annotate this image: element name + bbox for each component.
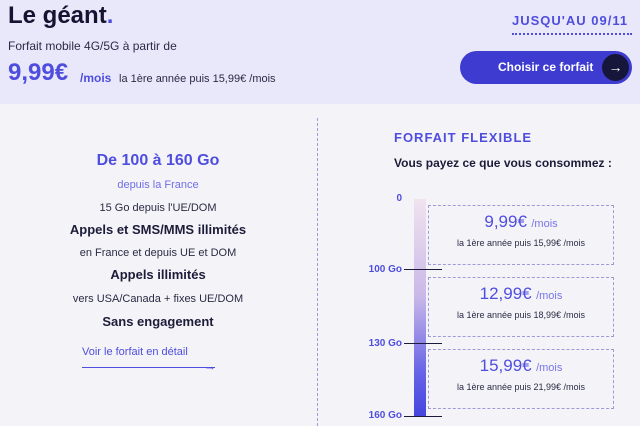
plan-subtitle: Forfait mobile 4G/5G à partir de [8,39,177,53]
section-divider [317,118,318,426]
plan-details-underline [82,367,215,368]
scale-tick-130 [404,343,442,344]
scale-label-100: 100 Go [368,264,402,275]
flexible-title: FORFAIT FLEXIBLE [394,130,533,145]
tier-price: 9,99€ [484,212,527,231]
choose-plan-label: Choisir ce forfait [498,60,594,74]
scale-tick-160 [404,416,442,417]
flexible-subtitle: Vous payez ce que vous consommez : [394,156,612,170]
scale-tick-100 [404,269,442,270]
calls-intl: Appels illimités [110,267,206,282]
arrow-right-icon[interactable]: → [204,359,216,373]
tier-price-row: 15,99€ /mois [429,356,613,376]
promo-deadline: JUSQU'AU 09/11 [512,13,629,28]
tier-note: la 1ère année puis 15,99€ /mois [456,238,586,248]
tier-card-100: 9,99€ /mois la 1ère année puis 15,99€ /m… [428,205,614,265]
tier-price: 12,99€ [479,284,532,303]
arrow-right-icon: → [602,54,629,81]
tier-price-unit: /mois [536,290,563,302]
plan-price-unit: /mois [80,71,112,85]
plan-price-note: la 1ère année puis 15,99€ /mois [119,73,276,85]
promo-underline [512,33,632,35]
scale-label-130: 130 Go [368,338,402,349]
offer-header: Le géant. Forfait mobile 4G/5G à partir … [0,0,640,104]
tier-price-row: 9,99€ /mois [429,212,613,232]
tier-card-130: 12,99€ /mois la 1ère année puis 18,99€ /… [428,277,614,337]
calls-sms: Appels et SMS/MMS illimités [69,222,247,237]
data-range: De 100 à 160 Go [96,152,220,169]
data-origin: depuis la France [117,179,199,191]
tier-price-unit: /mois [531,218,558,230]
plan-features: De 100 à 160 Go depuis la France 15 Go d… [0,104,316,426]
tier-price: 15,99€ [479,356,532,375]
tier-card-160: 15,99€ /mois la 1ère année puis 21,99€ /… [428,349,614,409]
scale-label-0: 0 [396,193,402,204]
choose-plan-button[interactable]: Choisir ce forfait → [460,51,632,84]
eu-data: 15 Go depuis l'UE/DOM [99,202,217,214]
scale-label-160: 160 Go [368,410,402,421]
calls-intl-scope: vers USA/Canada + fixes UE/DOM [72,293,244,305]
tier-note: la 1ère année puis 18,99€ /mois [456,310,586,320]
tier-price-unit: /mois [536,362,563,374]
tier-price-row: 12,99€ /mois [429,284,613,304]
plan-price: 9,99€ [8,59,69,86]
calls-sms-scope: en France et depuis UE et DOM [79,247,237,259]
commitment: Sans engagement [102,314,214,329]
tier-note: la 1ère année puis 21,99€ /mois [456,382,586,392]
plan-name: Le géant. [8,2,114,29]
plan-details-link[interactable]: Voir le forfait en détail [82,346,188,358]
usage-scale-bar [414,199,426,416]
